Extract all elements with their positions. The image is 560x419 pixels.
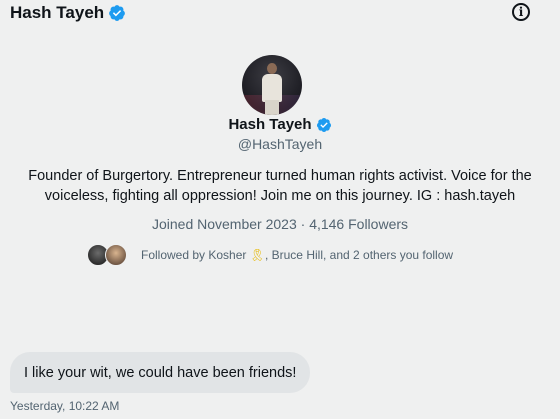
avatar[interactable] bbox=[242, 55, 302, 115]
header-title[interactable]: Hash Tayeh bbox=[10, 3, 126, 23]
profile-bio: Founder of Burgertory. Entrepreneur turn… bbox=[28, 168, 532, 204]
followed-by[interactable]: Followed by Kosher 🎗, Bruce Hill, and 2 … bbox=[87, 243, 453, 267]
avatar-figure-legs bbox=[265, 100, 279, 115]
followed-by-avatars bbox=[87, 244, 129, 266]
avatar-figure-body bbox=[262, 74, 282, 102]
profile-card[interactable]: Hash Tayeh @HashTayeh Founder of Burgert… bbox=[0, 30, 560, 330]
message-bubble[interactable]: I like your wit, we could have been frie… bbox=[10, 352, 311, 393]
profile-name[interactable]: Hash Tayeh bbox=[0, 116, 560, 133]
info-icon[interactable]: i bbox=[512, 3, 530, 21]
avatar-figure-head bbox=[267, 63, 277, 74]
verified-badge-icon bbox=[316, 117, 332, 133]
message-text: I like your wit, we could have been frie… bbox=[24, 364, 297, 381]
verified-badge-icon bbox=[108, 4, 126, 22]
message-timestamp: Yesterday, 10:22 AM bbox=[10, 399, 120, 413]
followers-count[interactable]: 4,146 Followers bbox=[309, 216, 408, 232]
avatar bbox=[105, 244, 127, 266]
profile-meta: Joined November 2023 · 4,146 Followers bbox=[0, 216, 560, 232]
profile-handle[interactable]: @HashTayeh bbox=[0, 136, 560, 152]
ribbon-icon: 🎗 bbox=[249, 248, 265, 262]
followed-by-prefix: Followed by Kosher bbox=[141, 248, 247, 262]
followed-by-suffix: , Bruce Hill, and 2 others you follow bbox=[264, 248, 454, 262]
profile-name-text: Hash Tayeh bbox=[228, 116, 312, 133]
joined-date: Joined November 2023 bbox=[151, 216, 297, 232]
meta-separator: · bbox=[296, 216, 310, 232]
conversation-header: Hash Tayeh i bbox=[0, 0, 560, 30]
followed-by-text: Followed by Kosher 🎗, Bruce Hill, and 2 … bbox=[141, 248, 453, 262]
header-name-text: Hash Tayeh bbox=[10, 3, 105, 22]
